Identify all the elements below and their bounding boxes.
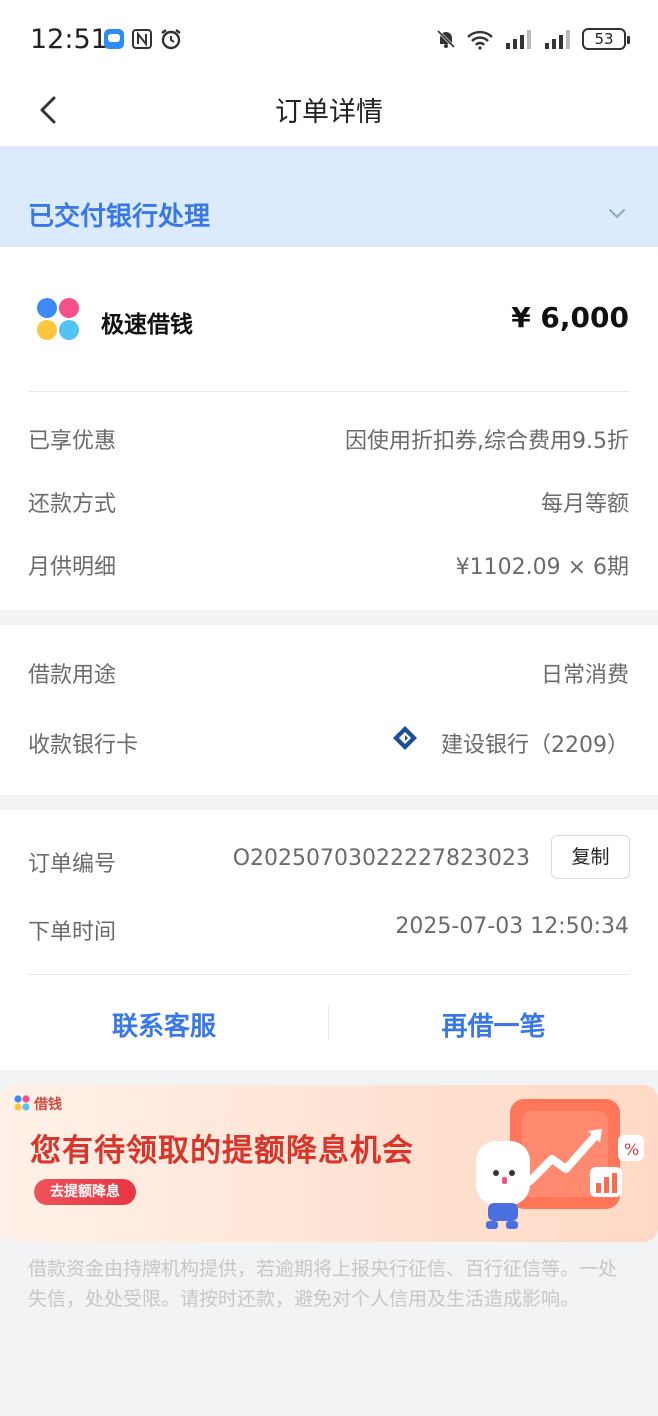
chat-bubble-icon (104, 29, 124, 49)
copy-button[interactable]: 复制 (551, 835, 630, 879)
alarm-icon (161, 29, 181, 50)
wifi-icon (467, 30, 493, 50)
promo-banner[interactable]: 借钱 您有待领取的提额降息机会 去提额降息 % (0, 1085, 658, 1242)
bank-card-value: 建设银行（2209） (441, 733, 629, 758)
purpose-label: 借款用途 (28, 663, 117, 688)
svg-text:%: % (624, 1140, 639, 1159)
borrow-again-button[interactable]: 再借一笔 (329, 1006, 658, 1043)
usage-card: 借款用途 日常消费 收款银行卡 建设银行（2209） (0, 625, 658, 795)
app-name: 极速借钱 (101, 312, 193, 338)
signal-icon (545, 30, 570, 49)
mascot-chart-illustration-icon: % (476, 1099, 644, 1229)
promo-title: 您有待领取的提额降息机会 (30, 1133, 414, 1169)
loan-summary-card: 极速借钱 ¥ 6,000 已享优惠 因使用折扣券,综合费用9.5折 还款方式 每… (0, 247, 658, 610)
raise-limit-button[interactable]: 去提额降息 (34, 1179, 136, 1205)
page-title: 订单详情 (275, 97, 383, 128)
brand-logo-icon (14, 1095, 30, 1111)
order-info-card: 订单编号 O20250703022227823023 复制 下单时间 2025-… (0, 810, 658, 1070)
repayment-method-value: 每月等额 (540, 492, 629, 517)
divider (28, 391, 630, 392)
bank-card-label: 收款银行卡 (28, 733, 139, 758)
battery-indicator: 53 (582, 28, 630, 50)
nfc-icon (132, 29, 152, 49)
divider (28, 974, 630, 975)
discount-value: 因使用折扣券,综合费用9.5折 (345, 429, 629, 454)
mute-bell-icon (436, 29, 456, 49)
ccb-bank-logo-icon (393, 726, 417, 750)
signal-icon (506, 30, 531, 49)
order-time-value: 2025-07-03 12:50:34 (395, 914, 629, 939)
nav-bar: 订单详情 (0, 78, 658, 146)
order-time-label: 下单时间 (28, 920, 117, 945)
loan-amount: ¥ 6,000 (511, 301, 629, 334)
monthly-detail-label: 月供明细 (28, 555, 117, 580)
contact-service-button[interactable]: 联系客服 (0, 1006, 328, 1043)
order-status-banner[interactable]: 已交付银行处理 (0, 146, 658, 247)
order-number-label: 订单编号 (28, 852, 117, 877)
app-logo-icon (37, 298, 79, 340)
promo-brand-label: 借钱 (34, 1097, 62, 1113)
chevron-down-icon[interactable] (606, 202, 628, 224)
status-bar: 12:51 53 (0, 0, 658, 78)
order-status-text: 已交付银行处理 (28, 202, 211, 232)
purpose-value: 日常消费 (540, 663, 629, 688)
status-time: 12:51 (30, 24, 108, 55)
monthly-detail-value: ¥1102.09 × 6期 (455, 555, 629, 580)
discount-label: 已享优惠 (28, 429, 117, 454)
order-number-value: O20250703022227823023 (232, 846, 530, 871)
repayment-method-label: 还款方式 (28, 492, 117, 517)
disclaimer-text: 借款资金由持牌机构提供，若逾期将上报央行征信、百行征信等。一处失信，处处受限。请… (28, 1258, 618, 1310)
